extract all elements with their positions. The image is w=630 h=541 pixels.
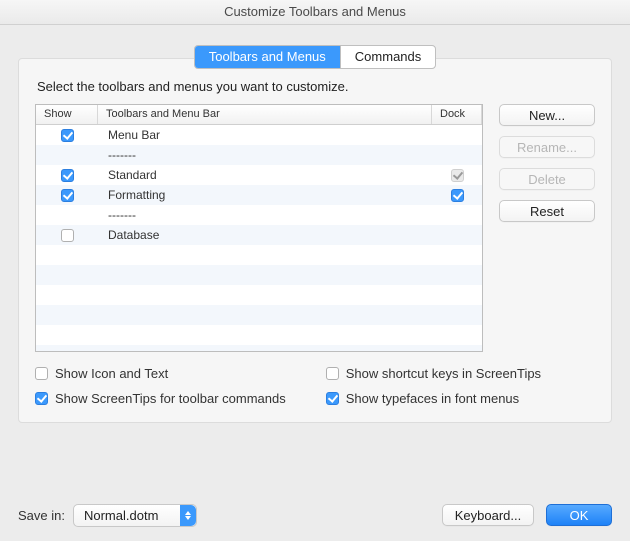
checkbox-icon[interactable] bbox=[61, 169, 74, 182]
cell-name: Database bbox=[98, 228, 432, 242]
opt-show-screentips[interactable]: Show ScreenTips for toolbar commands bbox=[35, 391, 286, 406]
opt-show-typefaces[interactable]: Show typefaces in font menus bbox=[326, 391, 541, 406]
opt-label: Show ScreenTips for toolbar commands bbox=[55, 391, 286, 406]
col-name[interactable]: Toolbars and Menu Bar bbox=[98, 105, 432, 124]
opt-label: Show Icon and Text bbox=[55, 366, 168, 381]
checkbox-icon bbox=[451, 169, 464, 182]
table-row[interactable]: Menu Bar bbox=[36, 125, 482, 145]
save-in-value: Normal.dotm bbox=[84, 508, 158, 523]
opt-label: Show typefaces in font menus bbox=[346, 391, 519, 406]
cell-show bbox=[36, 188, 98, 202]
toolbars-table: Show Toolbars and Menu Bar Dock Menu Bar… bbox=[35, 104, 483, 352]
table-row bbox=[36, 265, 482, 285]
col-dock[interactable]: Dock bbox=[432, 105, 482, 124]
checkbox-icon[interactable] bbox=[61, 129, 74, 142]
panel-toolbars: Select the toolbars and menus you want t… bbox=[18, 58, 612, 423]
options-area: Show Icon and Text Show ScreenTips for t… bbox=[35, 366, 595, 406]
save-in-label: Save in: bbox=[18, 508, 65, 523]
table-body: Menu Bar ------- Standard Formatting -------… bbox=[36, 125, 482, 351]
window-title: Customize Toolbars and Menus bbox=[0, 0, 630, 25]
table-row bbox=[36, 345, 482, 351]
table-row[interactable]: Standard bbox=[36, 165, 482, 185]
table-row[interactable]: Formatting bbox=[36, 185, 482, 205]
cell-show bbox=[36, 228, 98, 242]
cell-name: ------- bbox=[98, 148, 432, 162]
tab-switcher: Toolbars and Menus Commands bbox=[194, 45, 437, 69]
opt-label: Show shortcut keys in ScreenTips bbox=[346, 366, 541, 381]
checkbox-icon[interactable] bbox=[35, 367, 48, 380]
checkbox-icon[interactable] bbox=[326, 392, 339, 405]
table-row bbox=[36, 285, 482, 305]
delete-button: Delete bbox=[499, 168, 595, 190]
tab-toolbars-and-menus[interactable]: Toolbars and Menus bbox=[195, 46, 340, 68]
opt-show-icon-and-text[interactable]: Show Icon and Text bbox=[35, 366, 286, 381]
save-in-popup[interactable]: Normal.dotm bbox=[73, 504, 197, 527]
table-header: Show Toolbars and Menu Bar Dock bbox=[36, 105, 482, 125]
cell-show bbox=[36, 168, 98, 182]
table-row bbox=[36, 245, 482, 265]
cell-name: Formatting bbox=[98, 188, 432, 202]
cell-dock bbox=[432, 188, 482, 202]
cell-name: Standard bbox=[98, 168, 432, 182]
checkbox-icon[interactable] bbox=[61, 229, 74, 242]
table-row[interactable]: ------- bbox=[36, 145, 482, 165]
cell-dock bbox=[432, 168, 482, 182]
table-row[interactable]: ------- bbox=[36, 205, 482, 225]
chevron-up-down-icon bbox=[180, 505, 196, 526]
tab-commands[interactable]: Commands bbox=[340, 46, 435, 68]
side-buttons: New... Rename... Delete Reset bbox=[499, 104, 595, 352]
reset-button[interactable]: Reset bbox=[499, 200, 595, 222]
save-in: Save in: Normal.dotm bbox=[18, 504, 197, 527]
table-row bbox=[36, 305, 482, 325]
ok-button[interactable]: OK bbox=[546, 504, 612, 526]
new-button[interactable]: New... bbox=[499, 104, 595, 126]
checkbox-icon[interactable] bbox=[35, 392, 48, 405]
table-row bbox=[36, 325, 482, 345]
footer: Save in: Normal.dotm Keyboard... OK bbox=[0, 489, 630, 541]
table-row[interactable]: Database bbox=[36, 225, 482, 245]
rename-button: Rename... bbox=[499, 136, 595, 158]
cell-name: ------- bbox=[98, 208, 432, 222]
col-show[interactable]: Show bbox=[36, 105, 98, 124]
opt-show-shortcut-keys[interactable]: Show shortcut keys in ScreenTips bbox=[326, 366, 541, 381]
keyboard-button[interactable]: Keyboard... bbox=[442, 504, 534, 526]
checkbox-icon[interactable] bbox=[326, 367, 339, 380]
panel-prompt: Select the toolbars and menus you want t… bbox=[37, 79, 595, 94]
cell-name: Menu Bar bbox=[98, 128, 432, 142]
cell-show bbox=[36, 128, 98, 142]
checkbox-icon[interactable] bbox=[61, 189, 74, 202]
checkbox-icon[interactable] bbox=[451, 189, 464, 202]
